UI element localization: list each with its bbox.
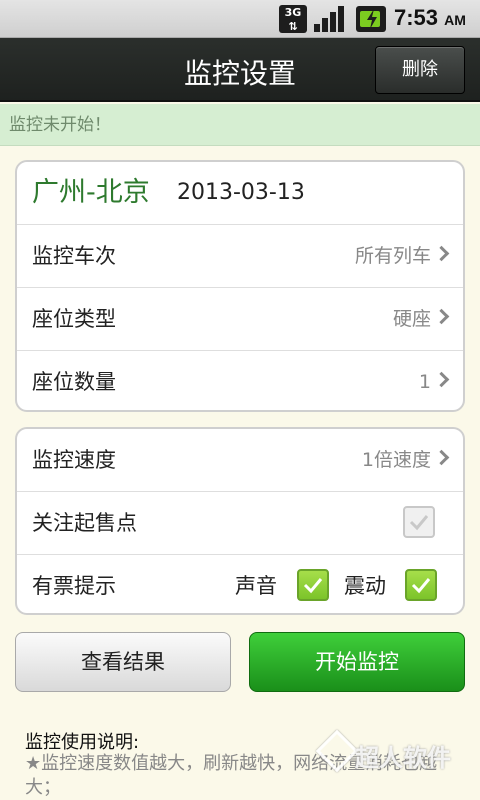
monitor-speed-row[interactable]: 监控速度 1倍速度 — [17, 429, 463, 492]
train-number-value: 所有列车 — [354, 245, 431, 267]
chevron-right-icon — [433, 449, 450, 466]
status-notice: 监控未开始！ — [0, 104, 480, 146]
seat-count-row[interactable]: 座位数量 1 — [17, 351, 463, 410]
trip-header-row: 广州-北京 2013-03-13 — [17, 162, 463, 225]
delete-button[interactable]: 删除 — [375, 46, 465, 94]
monitor-speed-value: 1倍速度 — [361, 449, 431, 471]
trip-date: 2013-03-13 — [177, 180, 305, 205]
vibrate-label: 震动 — [344, 574, 386, 598]
battery-charging-icon — [356, 6, 386, 32]
sound-checkbox[interactable] — [297, 569, 329, 601]
sound-label: 声音 — [235, 574, 277, 598]
ticket-alert-label: 有票提示 — [32, 574, 116, 598]
seat-count-value: 1 — [418, 371, 431, 393]
ticket-alert-row: 有票提示 声音 震动 — [17, 555, 463, 613]
follow-sale-start-label: 关注起售点 — [32, 511, 137, 535]
follow-sale-start-checkbox[interactable] — [403, 506, 435, 538]
view-results-button[interactable]: 查看结果 — [15, 632, 231, 692]
chevron-right-icon — [433, 308, 450, 325]
seat-count-label: 座位数量 — [32, 370, 116, 394]
vibrate-checkbox[interactable] — [405, 569, 437, 601]
seat-type-row[interactable]: 座位类型 硬座 — [17, 288, 463, 351]
chevron-right-icon — [433, 245, 450, 262]
3g-icon: 3G ⇅ — [279, 5, 307, 33]
title-bar: 监控设置 删除 — [0, 38, 480, 102]
start-monitor-button[interactable]: 开始监控 — [249, 632, 465, 692]
trip-settings-card: 广州-北京 2013-03-13 监控车次 所有列车 座位类型 硬座 座位数量 … — [15, 160, 465, 412]
follow-sale-start-row: 关注起售点 — [17, 492, 463, 555]
clock: 7:53 AM — [394, 5, 466, 30]
train-number-label: 监控车次 — [32, 244, 116, 268]
seat-type-value: 硬座 — [392, 308, 431, 330]
watermark: 超人软件 — [355, 744, 451, 772]
train-number-row[interactable]: 监控车次 所有列车 — [17, 225, 463, 288]
monitor-speed-label: 监控速度 — [32, 448, 116, 472]
status-bar: 3G ⇅ 7:53 AM — [0, 0, 480, 38]
monitor-options-card: 监控速度 1倍速度 关注起售点 有票提示 声音 震动 — [15, 427, 465, 615]
signal-icon — [314, 6, 346, 32]
help-title: 监控使用说明: — [25, 732, 140, 753]
seat-type-label: 座位类型 — [32, 307, 116, 331]
chevron-right-icon — [433, 371, 450, 388]
route-label: 广州-北京 — [32, 177, 150, 208]
